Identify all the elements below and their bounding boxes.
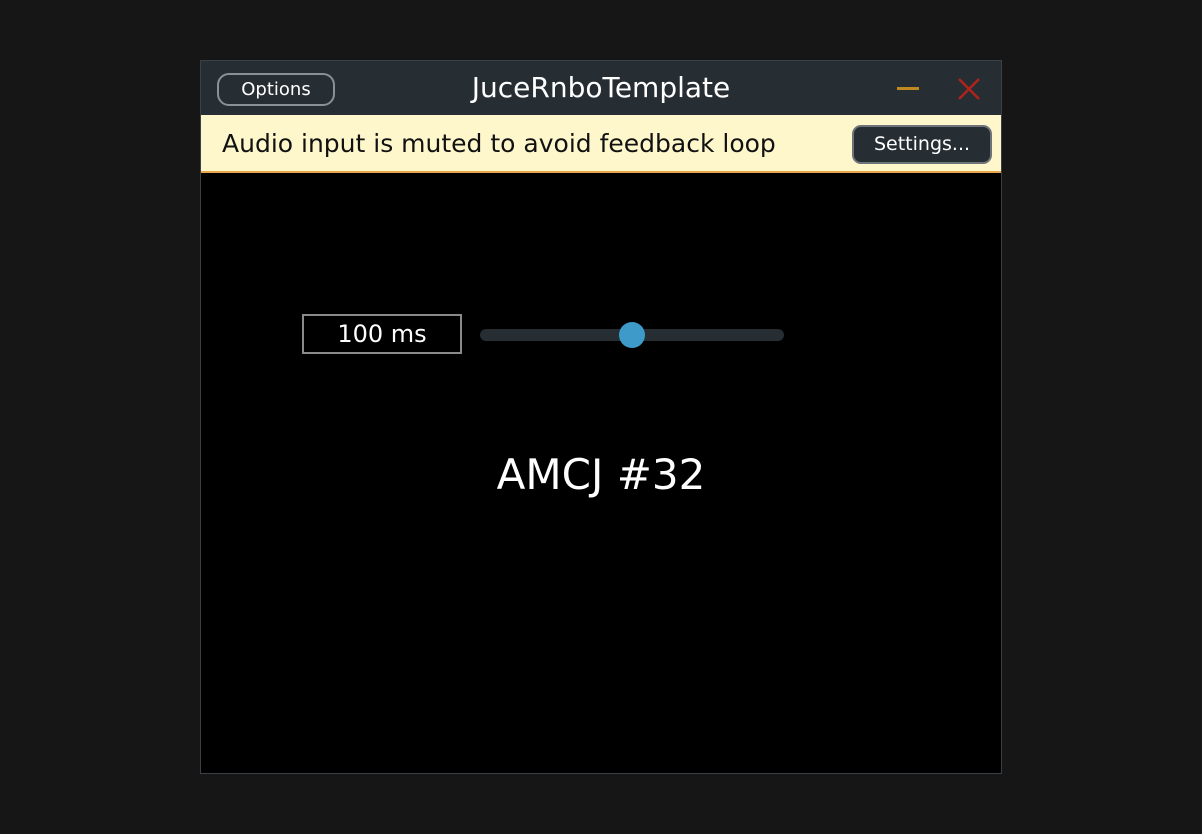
main-label: AMCJ #32	[496, 450, 706, 499]
close-icon	[958, 78, 980, 100]
parameter-value-field[interactable]: 100 ms	[302, 314, 462, 354]
title-bar: Options JuceRnboTemplate	[201, 61, 1001, 115]
options-button[interactable]: Options	[217, 73, 335, 106]
close-button[interactable]	[953, 73, 985, 105]
feedback-warning-bar: Audio input is muted to avoid feedback l…	[201, 115, 1001, 173]
parameter-slider[interactable]	[480, 322, 784, 348]
settings-button[interactable]: Settings...	[852, 125, 992, 164]
plugin-window: Options JuceRnboTemplate Audio input is …	[200, 60, 1002, 774]
feedback-warning-text: Audio input is muted to avoid feedback l…	[222, 129, 776, 158]
editor-content: 100 ms AMCJ #32	[201, 173, 1001, 773]
slider-thumb[interactable]	[619, 322, 645, 348]
minimize-icon	[897, 87, 919, 90]
minimize-button[interactable]	[889, 75, 925, 103]
